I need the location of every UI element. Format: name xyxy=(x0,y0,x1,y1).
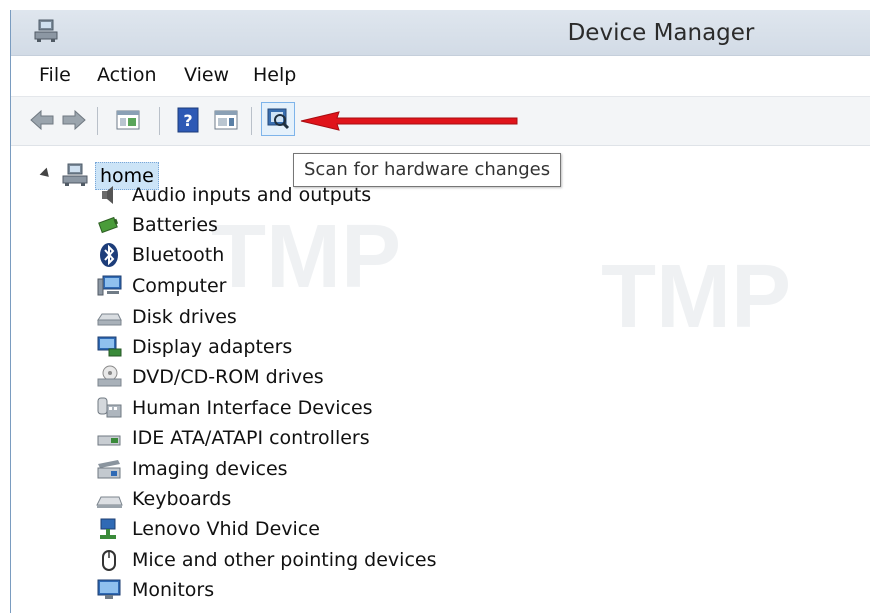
expand-arrow-icon[interactable] xyxy=(76,492,85,506)
tree-item-label: Computer xyxy=(132,275,227,297)
display-adapter-icon xyxy=(97,336,122,357)
computer-icon xyxy=(97,275,122,296)
tree-item-label: Display adapters xyxy=(132,336,293,358)
tree-item-label: Keyboards xyxy=(132,488,232,510)
expand-arrow-icon[interactable] xyxy=(76,583,85,597)
toolbar-separator xyxy=(159,107,160,135)
bluetooth-icon xyxy=(100,243,118,267)
forward-arrow-icon[interactable] xyxy=(61,107,87,133)
battery-icon xyxy=(98,216,119,234)
tree-item-label: Bluetooth xyxy=(132,244,225,266)
lenovo-device-icon xyxy=(100,518,116,539)
tree-item-label: Monitors xyxy=(132,579,215,601)
dvd-drive-icon xyxy=(97,365,122,387)
tree-item[interactable]: Monitors xyxy=(11,575,711,605)
tree-item-label: Lenovo Vhid Device xyxy=(132,518,320,540)
tree-item[interactable]: Imaging devices xyxy=(11,454,711,484)
title-bar[interactable]: Device Manager xyxy=(11,10,870,56)
expand-arrow-icon[interactable] xyxy=(76,188,85,202)
tree-item[interactable]: IDE ATA/ATAPI controllers xyxy=(11,423,711,453)
menu-file[interactable]: File xyxy=(39,64,71,86)
svg-text:?: ? xyxy=(183,111,192,130)
scanner-icon xyxy=(97,460,121,479)
expand-arrow-icon[interactable] xyxy=(76,431,85,445)
menu-view[interactable]: View xyxy=(184,64,229,86)
expand-arrow-icon[interactable] xyxy=(76,522,85,536)
tree-item-label: IDE ATA/ATAPI controllers xyxy=(132,427,370,449)
scan-for-hardware-changes-button[interactable] xyxy=(261,102,295,136)
tree-item[interactable]: Lenovo Vhid Device xyxy=(11,514,711,544)
back-arrow-icon[interactable] xyxy=(29,107,55,133)
tree-item[interactable]: Keyboards xyxy=(11,484,711,514)
toolbar-separator xyxy=(97,107,98,135)
tree-item[interactable]: Batteries xyxy=(11,210,711,240)
tree-item[interactable]: Disk drives xyxy=(11,302,711,332)
expand-arrow-icon[interactable] xyxy=(76,553,85,567)
menu-action[interactable]: Action xyxy=(97,64,157,86)
properties-console-icon[interactable] xyxy=(115,107,141,133)
toolbar-separator xyxy=(251,107,252,135)
speaker-icon xyxy=(102,186,113,204)
hid-icon xyxy=(97,397,122,418)
mouse-icon xyxy=(102,550,116,571)
menu-help[interactable]: Help xyxy=(253,64,296,86)
expand-arrow-icon[interactable] xyxy=(76,279,85,293)
expand-arrow-icon[interactable] xyxy=(76,340,85,354)
tree-item-label: Imaging devices xyxy=(132,458,288,480)
keyboard-icon xyxy=(96,496,123,508)
show-hide-pane-icon[interactable] xyxy=(213,107,239,133)
tree-item-label: Human Interface Devices xyxy=(132,397,373,419)
tree-item[interactable]: Human Interface Devices xyxy=(11,393,711,423)
menu-bar: File Action View Help xyxy=(11,56,870,96)
tree-item[interactable]: Mice and other pointing devices xyxy=(11,545,711,575)
red-arrow-annotation xyxy=(300,111,518,131)
tree-item-label: Mice and other pointing devices xyxy=(132,549,437,571)
tree-item-label: Audio inputs and outputs xyxy=(132,184,372,206)
tree-item[interactable]: Audio inputs and outputs xyxy=(11,180,711,210)
help-icon[interactable]: ? xyxy=(175,107,201,133)
device-manager-window: Device Manager File Action View Help ? T… xyxy=(10,10,870,613)
expand-arrow-icon[interactable] xyxy=(76,370,85,384)
expand-arrow-icon[interactable] xyxy=(76,248,85,262)
disk-drive-icon xyxy=(97,313,122,326)
tree-item[interactable]: Display adapters xyxy=(11,332,711,362)
monitor-icon xyxy=(97,579,121,599)
tree-item[interactable]: Bluetooth xyxy=(11,240,711,270)
expand-arrow-icon[interactable] xyxy=(76,462,85,476)
expand-arrow-icon[interactable] xyxy=(76,218,85,232)
window-title: Device Manager xyxy=(567,20,755,46)
scan-hardware-icon xyxy=(267,108,290,130)
tree-item[interactable]: DVD/CD-ROM drives xyxy=(11,362,711,392)
expand-arrow-icon[interactable] xyxy=(76,401,85,415)
expand-arrow-icon[interactable] xyxy=(76,310,85,324)
tree-item-label: DVD/CD-ROM drives xyxy=(132,366,324,388)
tree-item-label: Batteries xyxy=(132,214,218,236)
tree-item[interactable]: Computer xyxy=(11,271,711,301)
ide-controller-icon xyxy=(97,435,121,446)
tree-item-label: Disk drives xyxy=(132,306,237,328)
